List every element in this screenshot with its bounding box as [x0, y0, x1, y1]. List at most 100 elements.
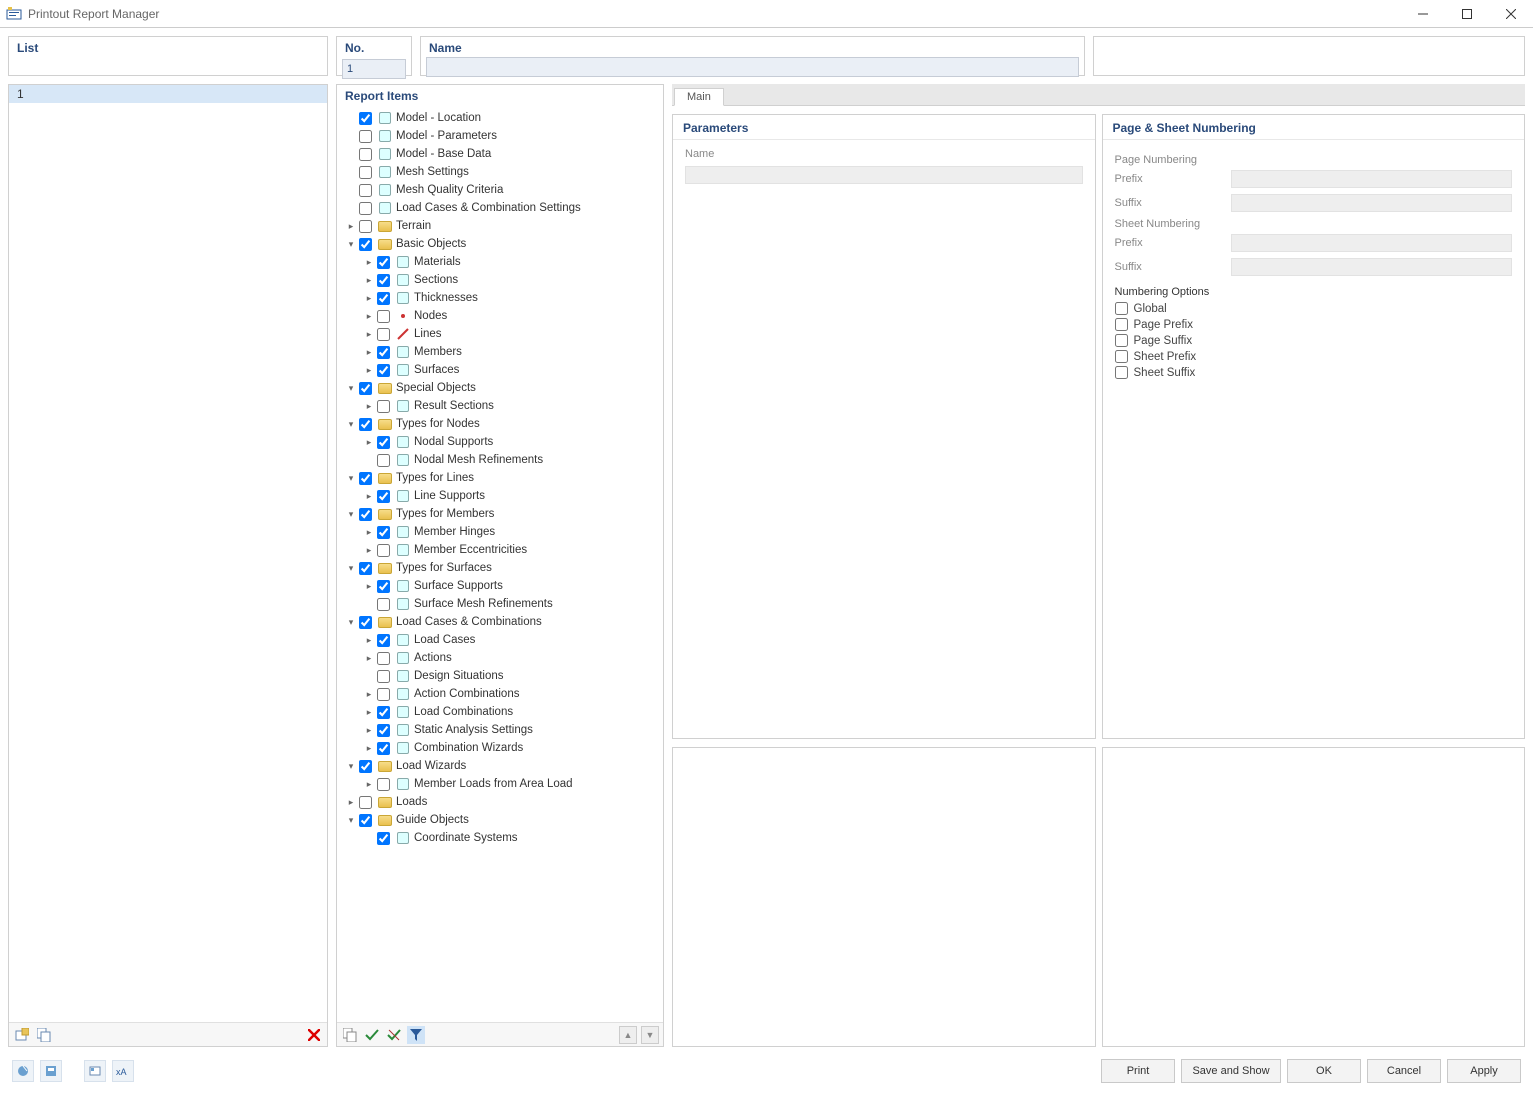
- expander-icon[interactable]: ▸: [363, 653, 375, 664]
- apply-button[interactable]: Apply: [1447, 1059, 1521, 1083]
- tree-node[interactable]: ▸Members: [339, 343, 663, 361]
- expander-icon[interactable]: ▸: [363, 275, 375, 286]
- check-all-icon[interactable]: [363, 1026, 381, 1044]
- tree-checkbox[interactable]: [377, 652, 390, 665]
- tree-checkbox[interactable]: [359, 616, 372, 629]
- tree-checkbox[interactable]: [359, 508, 372, 521]
- tree-checkbox[interactable]: [377, 706, 390, 719]
- tree-node[interactable]: ▸Terrain: [339, 217, 663, 235]
- expander-icon[interactable]: ▾: [345, 761, 357, 772]
- tree-node[interactable]: ▸Nodal Supports: [339, 433, 663, 451]
- no-input[interactable]: [342, 59, 406, 79]
- expander-icon[interactable]: ▸: [345, 797, 357, 808]
- cancel-button[interactable]: Cancel: [1367, 1059, 1441, 1083]
- tree-node[interactable]: Load Cases & Combination Settings: [339, 199, 663, 217]
- save-and-show-button[interactable]: Save and Show: [1181, 1059, 1281, 1083]
- expander-icon[interactable]: ▸: [363, 635, 375, 646]
- tree-checkbox[interactable]: [377, 526, 390, 539]
- expander-icon[interactable]: ▸: [363, 581, 375, 592]
- copy-report-icon[interactable]: [35, 1026, 53, 1044]
- tree-checkbox[interactable]: [359, 112, 372, 125]
- sheet-suffix-input[interactable]: [1231, 258, 1513, 276]
- tree-node[interactable]: Surface Mesh Refinements: [339, 595, 663, 613]
- footer-language-icon[interactable]: xA: [112, 1060, 134, 1082]
- tree-checkbox[interactable]: [377, 364, 390, 377]
- tree-node[interactable]: ▸Load Cases: [339, 631, 663, 649]
- expander-icon[interactable]: ▸: [363, 545, 375, 556]
- tree-checkbox[interactable]: [377, 598, 390, 611]
- tree-checkbox[interactable]: [377, 436, 390, 449]
- new-report-icon[interactable]: [13, 1026, 31, 1044]
- footer-icon-2[interactable]: [40, 1060, 62, 1082]
- delete-report-icon[interactable]: [305, 1026, 323, 1044]
- page-suffix-input[interactable]: [1231, 194, 1513, 212]
- tree-checkbox[interactable]: [359, 130, 372, 143]
- tree-node[interactable]: Coordinate Systems: [339, 829, 663, 847]
- tree-node[interactable]: ▸Line Supports: [339, 487, 663, 505]
- report-list[interactable]: 1: [9, 85, 327, 1022]
- tree-node[interactable]: ▸Static Analysis Settings: [339, 721, 663, 739]
- tree-checkbox[interactable]: [377, 742, 390, 755]
- ok-button[interactable]: OK: [1287, 1059, 1361, 1083]
- expander-icon[interactable]: ▾: [345, 419, 357, 430]
- tree-checkbox[interactable]: [377, 310, 390, 323]
- tree-node[interactable]: ▸Action Combinations: [339, 685, 663, 703]
- tree-node[interactable]: ▸Result Sections: [339, 397, 663, 415]
- tree-checkbox[interactable]: [359, 562, 372, 575]
- expander-icon[interactable]: ▾: [345, 563, 357, 574]
- report-items-tree[interactable]: Model - LocationModel - ParametersModel …: [337, 107, 663, 1022]
- numbering-option[interactable]: Page Prefix: [1115, 318, 1513, 331]
- tree-node[interactable]: Model - Parameters: [339, 127, 663, 145]
- tree-checkbox[interactable]: [377, 724, 390, 737]
- tree-node[interactable]: ▸Combination Wizards: [339, 739, 663, 757]
- expander-icon[interactable]: ▸: [363, 293, 375, 304]
- tree-checkbox[interactable]: [377, 832, 390, 845]
- expander-icon[interactable]: ▸: [363, 347, 375, 358]
- page-prefix-input[interactable]: [1231, 170, 1513, 188]
- expander-icon[interactable]: ▸: [363, 743, 375, 754]
- numbering-option[interactable]: Page Suffix: [1115, 334, 1513, 347]
- tree-node[interactable]: Mesh Quality Criteria: [339, 181, 663, 199]
- tree-node[interactable]: ▸Member Hinges: [339, 523, 663, 541]
- tree-node[interactable]: ▾Types for Lines: [339, 469, 663, 487]
- tree-node[interactable]: ▾Basic Objects: [339, 235, 663, 253]
- expander-icon[interactable]: ▾: [345, 473, 357, 484]
- tree-node[interactable]: ▸Loads: [339, 793, 663, 811]
- numbering-option[interactable]: Global: [1115, 302, 1513, 315]
- option-checkbox[interactable]: [1115, 366, 1128, 379]
- tree-node[interactable]: ▸Materials: [339, 253, 663, 271]
- tree-node[interactable]: Nodal Mesh Refinements: [339, 451, 663, 469]
- expander-icon[interactable]: ▸: [363, 365, 375, 376]
- tree-checkbox[interactable]: [377, 544, 390, 557]
- tree-checkbox[interactable]: [359, 814, 372, 827]
- tree-checkbox[interactable]: [377, 580, 390, 593]
- tree-checkbox[interactable]: [377, 256, 390, 269]
- tree-node[interactable]: ▸Sections: [339, 271, 663, 289]
- option-checkbox[interactable]: [1115, 318, 1128, 331]
- expander-icon[interactable]: ▾: [345, 509, 357, 520]
- tree-node[interactable]: ▾Types for Members: [339, 505, 663, 523]
- uncheck-all-icon[interactable]: [385, 1026, 403, 1044]
- tree-node[interactable]: ▸Thicknesses: [339, 289, 663, 307]
- tree-checkbox[interactable]: [359, 796, 372, 809]
- tree-checkbox[interactable]: [359, 418, 372, 431]
- tree-checkbox[interactable]: [377, 292, 390, 305]
- expander-icon[interactable]: ▾: [345, 383, 357, 394]
- option-checkbox[interactable]: [1115, 350, 1128, 363]
- maximize-button[interactable]: [1445, 0, 1489, 28]
- tree-node[interactable]: Design Situations: [339, 667, 663, 685]
- tree-checkbox[interactable]: [359, 238, 372, 251]
- numbering-option[interactable]: Sheet Suffix: [1115, 366, 1513, 379]
- name-input[interactable]: [426, 57, 1079, 77]
- tree-checkbox[interactable]: [359, 220, 372, 233]
- move-up-button[interactable]: ▲: [619, 1026, 637, 1044]
- tree-node[interactable]: ▾Types for Nodes: [339, 415, 663, 433]
- param-name-input[interactable]: [685, 166, 1083, 184]
- tree-checkbox[interactable]: [377, 274, 390, 287]
- footer-icon-1[interactable]: [12, 1060, 34, 1082]
- tree-node[interactable]: ▾Load Cases & Combinations: [339, 613, 663, 631]
- tree-node[interactable]: ▾Guide Objects: [339, 811, 663, 829]
- tree-checkbox[interactable]: [359, 472, 372, 485]
- tree-node[interactable]: Model - Base Data: [339, 145, 663, 163]
- tree-checkbox[interactable]: [377, 688, 390, 701]
